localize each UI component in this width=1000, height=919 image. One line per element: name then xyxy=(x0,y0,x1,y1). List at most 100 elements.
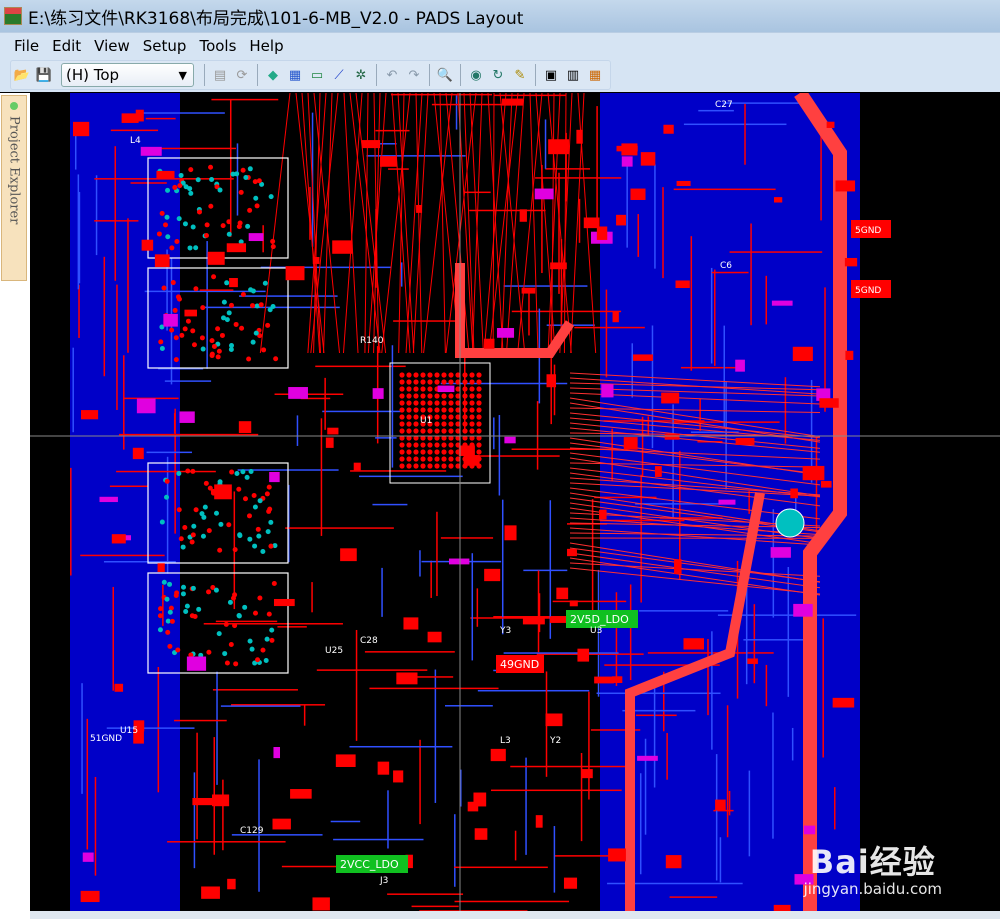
menu-help[interactable]: Help xyxy=(249,37,283,55)
smd-pad xyxy=(581,769,593,779)
window-icon[interactable]: ▥ xyxy=(564,66,582,84)
bga-ball xyxy=(406,421,412,427)
bga-ball xyxy=(434,463,440,469)
pad xyxy=(228,302,234,308)
bga-ball xyxy=(399,421,405,427)
pad xyxy=(265,529,271,535)
smd-pad xyxy=(312,897,330,911)
menu-setup[interactable]: Setup xyxy=(143,37,187,55)
design-toolbar-icon[interactable]: ◆ xyxy=(264,66,282,84)
smd-pad xyxy=(501,98,524,106)
pads-router-icon[interactable]: ▦ xyxy=(586,66,604,84)
ecco-icon[interactable]: ⟋ xyxy=(330,66,348,84)
layer-select[interactable]: (H) Top ▼ xyxy=(61,63,194,87)
pad xyxy=(229,469,235,475)
pad xyxy=(203,480,209,486)
trace xyxy=(729,251,823,253)
smd-pad xyxy=(683,638,705,650)
pad xyxy=(165,234,171,240)
smd-pad xyxy=(774,197,783,203)
redraw-icon[interactable]: ↻ xyxy=(489,66,507,84)
pad xyxy=(167,581,173,587)
view-icon[interactable]: ▣ xyxy=(542,66,560,84)
pcb-canvas[interactable]: 49GND 2V5D_LDO 2VCC_LDO 5GND 5GND 51GND U1 U3 Y2… xyxy=(30,93,1000,919)
bga-ball xyxy=(399,456,405,462)
save-icon[interactable]: 💾 xyxy=(35,66,53,84)
trace xyxy=(364,651,455,653)
smd-pad xyxy=(550,262,567,270)
bga-ball xyxy=(420,449,426,455)
pad xyxy=(226,522,232,528)
smd-pad xyxy=(290,789,312,799)
bga-ball xyxy=(469,400,475,406)
trace xyxy=(753,604,756,684)
redo-icon[interactable]: ↷ xyxy=(405,66,423,84)
menu-view[interactable]: View xyxy=(94,37,130,55)
bga-ball xyxy=(399,428,405,434)
smd-pad xyxy=(80,890,100,903)
smd-pad xyxy=(790,488,798,499)
cam-icon[interactable]: ✎ xyxy=(511,66,529,84)
bga-icon[interactable]: ✲ xyxy=(352,66,370,84)
pad xyxy=(230,171,236,177)
properties-icon[interactable]: ▤ xyxy=(211,66,229,84)
menu-file[interactable]: File xyxy=(14,37,39,55)
bga-ball xyxy=(476,428,482,434)
smd-pad xyxy=(416,204,423,213)
pad xyxy=(191,342,197,348)
bga-ball xyxy=(434,407,440,413)
pad xyxy=(264,636,270,642)
project-explorer-tab[interactable]: Project Explorer xyxy=(1,95,27,281)
smd-pad xyxy=(819,398,839,408)
drafting-icon[interactable]: ▭ xyxy=(308,66,326,84)
trace xyxy=(445,705,493,707)
pad xyxy=(165,629,171,635)
menu-edit[interactable]: Edit xyxy=(52,37,81,55)
pad xyxy=(209,176,215,182)
smd-pad xyxy=(248,233,264,242)
pad xyxy=(179,332,185,338)
open-icon[interactable]: 📂 xyxy=(13,66,31,84)
smd-pad xyxy=(81,410,99,420)
trace xyxy=(510,765,632,768)
trace xyxy=(355,629,358,741)
trace xyxy=(123,355,125,450)
pad xyxy=(232,623,238,629)
pad xyxy=(243,175,249,181)
route-icon[interactable]: ▦ xyxy=(286,66,304,84)
pad xyxy=(244,474,250,480)
bga-ball xyxy=(420,379,426,385)
bga-ball xyxy=(406,428,412,434)
bga-ball xyxy=(462,400,468,406)
pad xyxy=(188,190,194,196)
smd-pad xyxy=(715,799,726,811)
bga-ball xyxy=(427,393,433,399)
project-explorer-panel: Project Explorer xyxy=(0,93,30,919)
pad xyxy=(176,470,182,476)
pad xyxy=(269,637,275,643)
pad xyxy=(157,627,163,633)
smd-pad xyxy=(377,761,390,775)
pad xyxy=(240,469,246,475)
pad xyxy=(243,496,249,502)
menu-tools[interactable]: Tools xyxy=(199,37,236,55)
bga-ball xyxy=(427,386,433,392)
trace xyxy=(680,366,742,369)
bga-ball xyxy=(441,407,447,413)
pad xyxy=(206,649,212,655)
refresh-icon[interactable]: ⟳ xyxy=(233,66,251,84)
pcb-label: Y3 xyxy=(499,626,511,636)
pad xyxy=(177,183,183,189)
smd-pad xyxy=(82,852,94,862)
undo-icon[interactable]: ↶ xyxy=(383,66,401,84)
smd-pad xyxy=(770,547,791,558)
trace xyxy=(723,325,725,428)
trace xyxy=(707,638,709,716)
trace xyxy=(212,689,298,691)
pad xyxy=(200,346,206,352)
smd-pad xyxy=(140,146,162,156)
zoom-icon[interactable]: 🔍 xyxy=(436,66,454,84)
pad xyxy=(246,356,252,362)
trace xyxy=(130,182,167,184)
verify-icon[interactable]: ◉ xyxy=(467,66,485,84)
